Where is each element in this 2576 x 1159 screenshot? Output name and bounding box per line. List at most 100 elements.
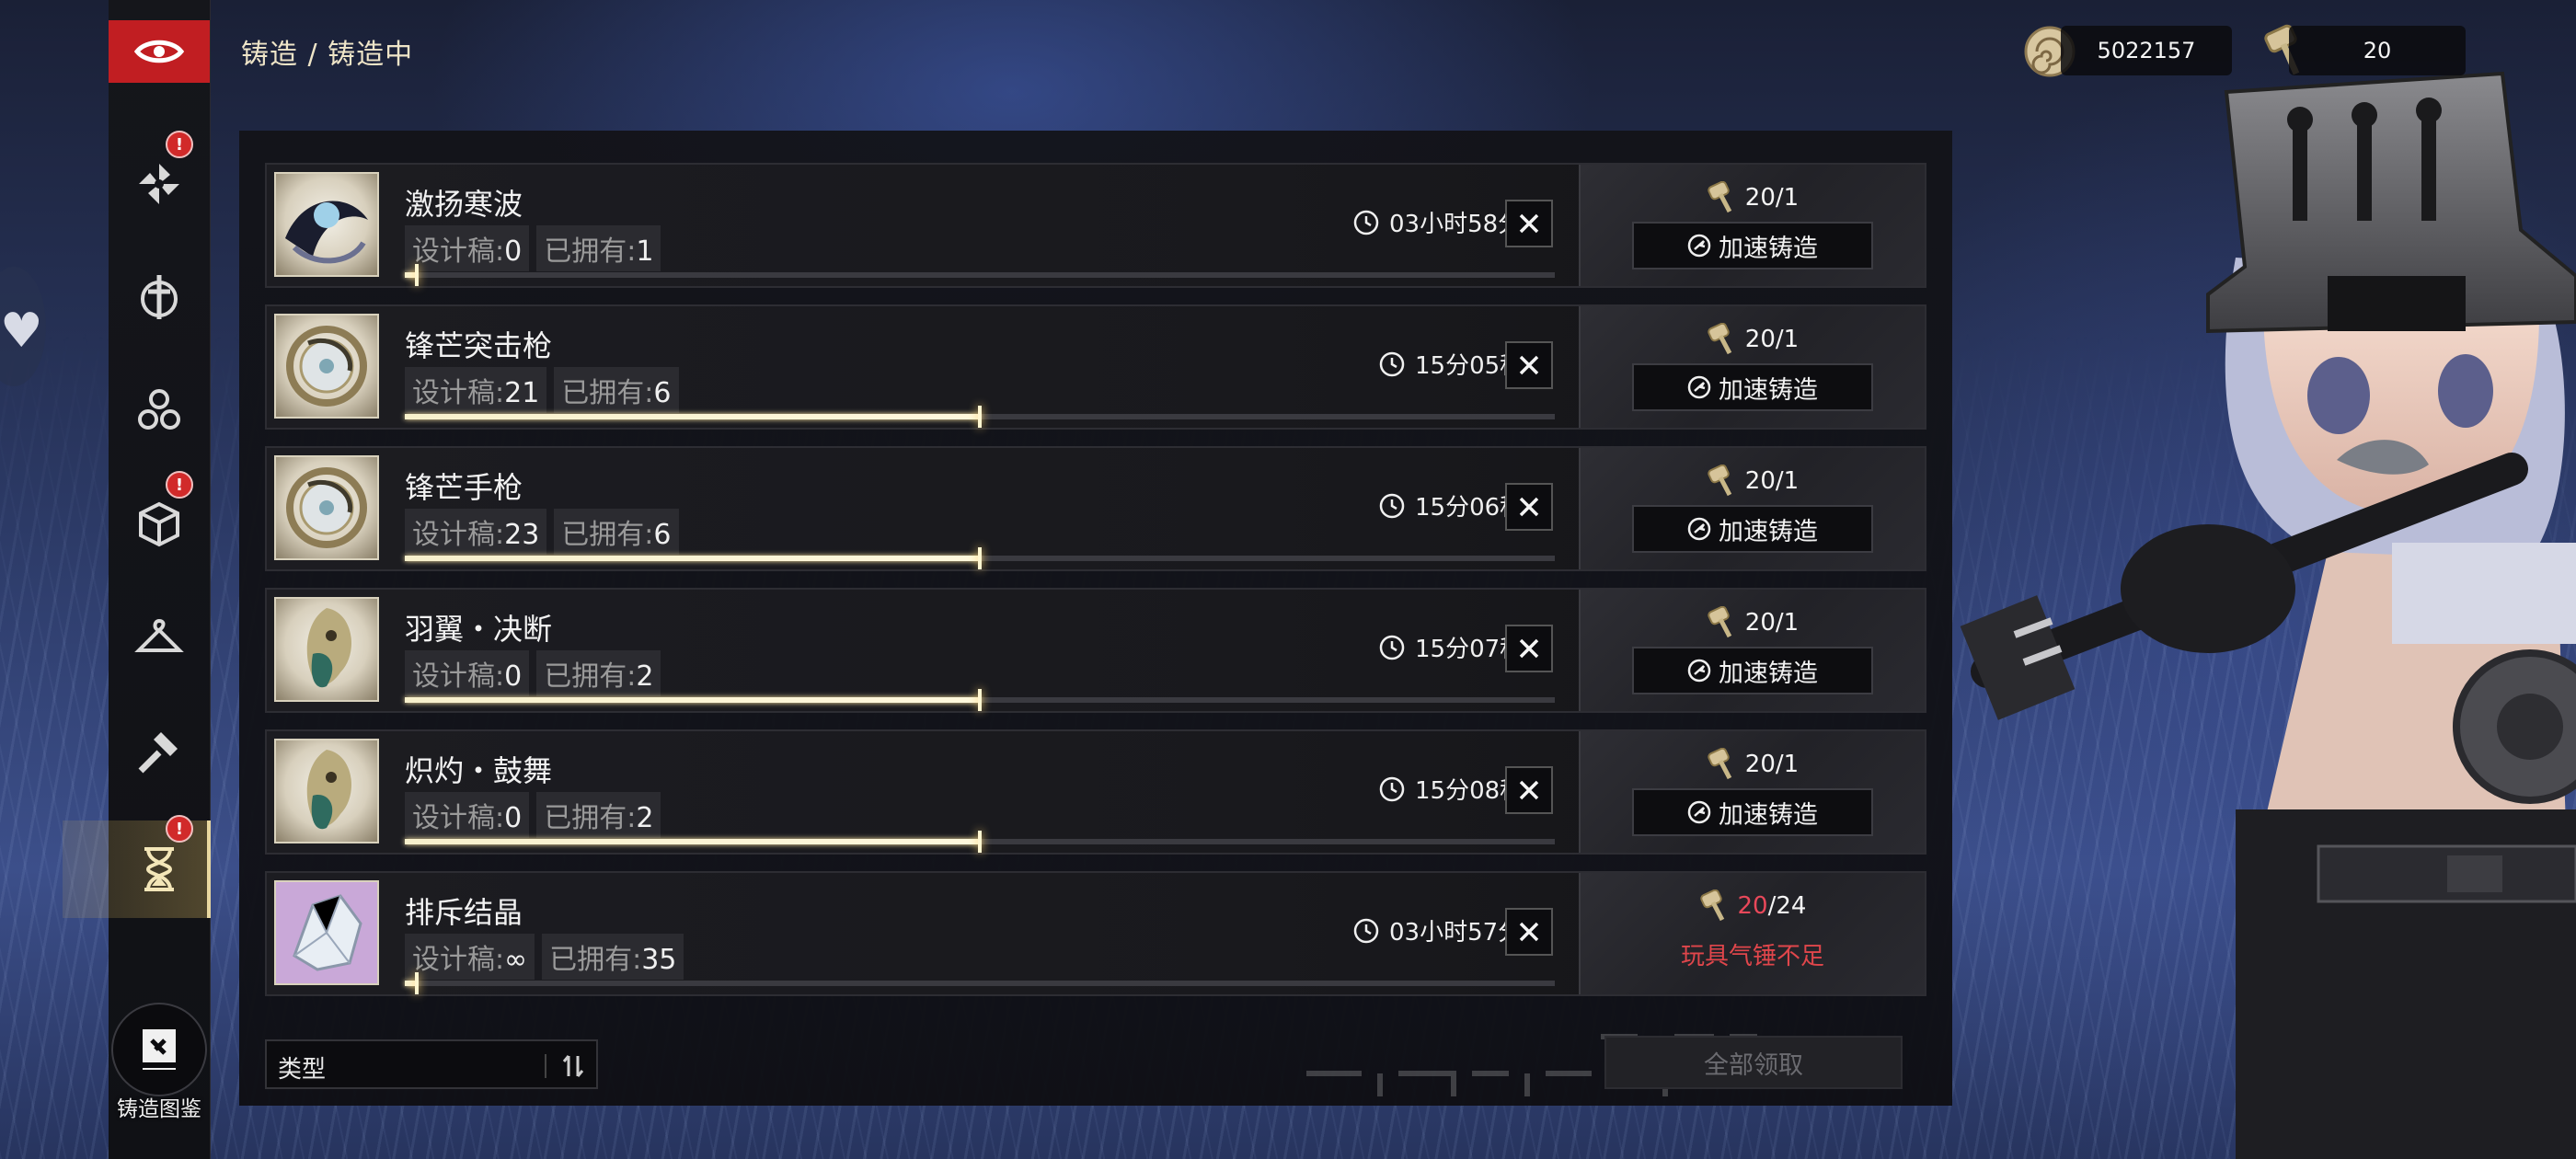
clock-icon [1353, 210, 1379, 235]
claim-all-button[interactable]: 全部领取 [1604, 1036, 1903, 1089]
cost-have: 20 [1744, 184, 1776, 212]
home-logo-icon [133, 40, 185, 63]
speed-up-label: 加速铸造 [1719, 659, 1818, 688]
hammer-value: 20 [2363, 38, 2392, 63]
character-illustration [1960, 71, 2576, 1159]
design-count: 设计稿:23 [405, 509, 547, 555]
cancel-forge-button[interactable] [1505, 200, 1553, 247]
item-name: 羽翼・决断 [405, 612, 553, 647]
item-stats: 设计稿:∞ 已拥有:35 [405, 934, 684, 980]
speed-up-icon [1687, 800, 1711, 824]
item-name: 锋芒手枪 [405, 470, 523, 505]
clock-icon [1379, 635, 1405, 660]
forge-progress-bar [405, 972, 1555, 994]
remaining-time: 03小时58分 [1352, 205, 1522, 239]
speed-up-icon [1687, 659, 1711, 683]
cancel-forge-button[interactable] [1505, 483, 1553, 531]
close-icon [1519, 213, 1539, 234]
sidebar-item-matrix[interactable] [109, 366, 210, 458]
forge-action-area: 20/1 加速铸造 [1579, 306, 1925, 428]
time-value: 03小时57分 [1389, 919, 1523, 947]
hammer-cost: 20/1 [1581, 606, 1925, 639]
owned-value: 6 [653, 519, 672, 551]
design-label: 设计稿: [412, 377, 505, 409]
toy-hammer-icon [1708, 323, 1732, 355]
item-thumbnail [274, 314, 379, 419]
toy-hammer-icon [1708, 181, 1732, 213]
sidebar-item-weapons[interactable] [109, 253, 210, 345]
sort-icon[interactable] [559, 1052, 587, 1080]
coin-counter: 5022157 [2061, 26, 2232, 75]
cost-have: 20 [1737, 892, 1768, 920]
owned-count: 已拥有:6 [554, 509, 679, 555]
owned-value: 2 [636, 660, 654, 693]
heart-icon: ♥ [0, 304, 43, 359]
owned-label: 已拥有: [544, 235, 637, 268]
item-stats: 设计稿:0 已拥有:2 [405, 650, 661, 696]
sidebar-item-wardrobe[interactable] [109, 593, 210, 685]
type-filter-dropdown[interactable]: 类型 [265, 1039, 598, 1089]
item-stats: 设计稿:0 已拥有:2 [405, 792, 661, 838]
speed-up-button[interactable]: 加速铸造 [1632, 647, 1873, 694]
speed-up-button[interactable]: 加速铸造 [1632, 788, 1873, 836]
progress-fill [405, 697, 980, 703]
sidebar: ! ! ! 铸造图鉴 [63, 0, 211, 1159]
cost-need: 1 [1783, 326, 1800, 353]
item-name: 炽灼・鼓舞 [405, 753, 553, 788]
hammer-cost: 20/1 [1581, 323, 1925, 356]
cost-need: 24 [1776, 892, 1807, 920]
sword-emblem-icon [133, 271, 185, 327]
forge-action-area: 20/1 加速铸造 [1579, 590, 1925, 711]
cancel-forge-button[interactable] [1505, 341, 1553, 389]
forge-codex-button[interactable]: 铸造图鉴 [109, 1003, 210, 1122]
speed-up-label: 加速铸造 [1719, 375, 1818, 405]
item-thumbnail [274, 172, 379, 277]
alert-badge: ! [166, 815, 193, 843]
design-value: 0 [504, 802, 523, 834]
queue-row: 锋芒突击枪 设计稿:21 已拥有:6 15分05秒 20/1 加速铸造 [265, 304, 1926, 430]
owned-value: 6 [653, 377, 672, 409]
cancel-forge-button[interactable] [1505, 766, 1553, 814]
speed-up-button[interactable]: 加速铸造 [1632, 505, 1873, 553]
owned-count: 已拥有:2 [536, 650, 661, 696]
cost-need: 1 [1783, 609, 1800, 637]
owned-label: 已拥有: [561, 519, 654, 551]
cost-need: 1 [1783, 751, 1800, 778]
owned-count: 已拥有:6 [554, 367, 679, 413]
remaining-time: 15分06秒 [1378, 488, 1524, 522]
sidebar-item-gacha[interactable]: ! [109, 131, 210, 232]
cost-have: 20 [1744, 751, 1776, 778]
cancel-forge-button[interactable] [1505, 625, 1553, 672]
cost-have: 20 [1744, 467, 1776, 495]
breadcrumb: 铸造 / 铸造中 [241, 39, 414, 71]
design-count: 设计稿:0 [405, 650, 530, 696]
forge-action-area: 20/1 加速铸造 [1579, 731, 1925, 853]
design-label: 设计稿: [412, 519, 505, 551]
hammer-cost: 20/1 [1581, 748, 1925, 781]
sidebar-item-forge[interactable] [109, 706, 210, 798]
remaining-time: 15分08秒 [1378, 772, 1524, 806]
clock-icon [1379, 351, 1405, 376]
hammer-cost: 20/24 [1581, 889, 1925, 923]
hourglass-icon [109, 843, 210, 895]
cost-have: 20 [1744, 609, 1776, 637]
owned-count: 已拥有:35 [542, 934, 684, 980]
remaining-time: 15分07秒 [1378, 630, 1524, 664]
sidebar-item-inventory[interactable]: ! [109, 471, 210, 572]
speed-up-button[interactable]: 加速铸造 [1632, 222, 1873, 270]
owned-value: 35 [641, 944, 677, 976]
item-stats: 设计稿:23 已拥有:6 [405, 509, 679, 555]
hammer-anvil-icon [133, 725, 185, 780]
cancel-forge-button[interactable] [1505, 908, 1553, 956]
progress-fill [405, 556, 980, 561]
cube-icon [133, 499, 185, 554]
coin-value: 5022157 [2097, 38, 2196, 63]
sidebar-item-forging[interactable]: ! [63, 815, 211, 918]
toy-hammer-icon [1708, 606, 1732, 638]
toy-hammer-icon [1708, 748, 1732, 780]
clock-icon [1379, 776, 1405, 801]
owned-count: 已拥有:1 [536, 225, 661, 271]
cost-need: 1 [1783, 184, 1800, 212]
home-button[interactable] [109, 20, 210, 83]
speed-up-button[interactable]: 加速铸造 [1632, 363, 1873, 411]
